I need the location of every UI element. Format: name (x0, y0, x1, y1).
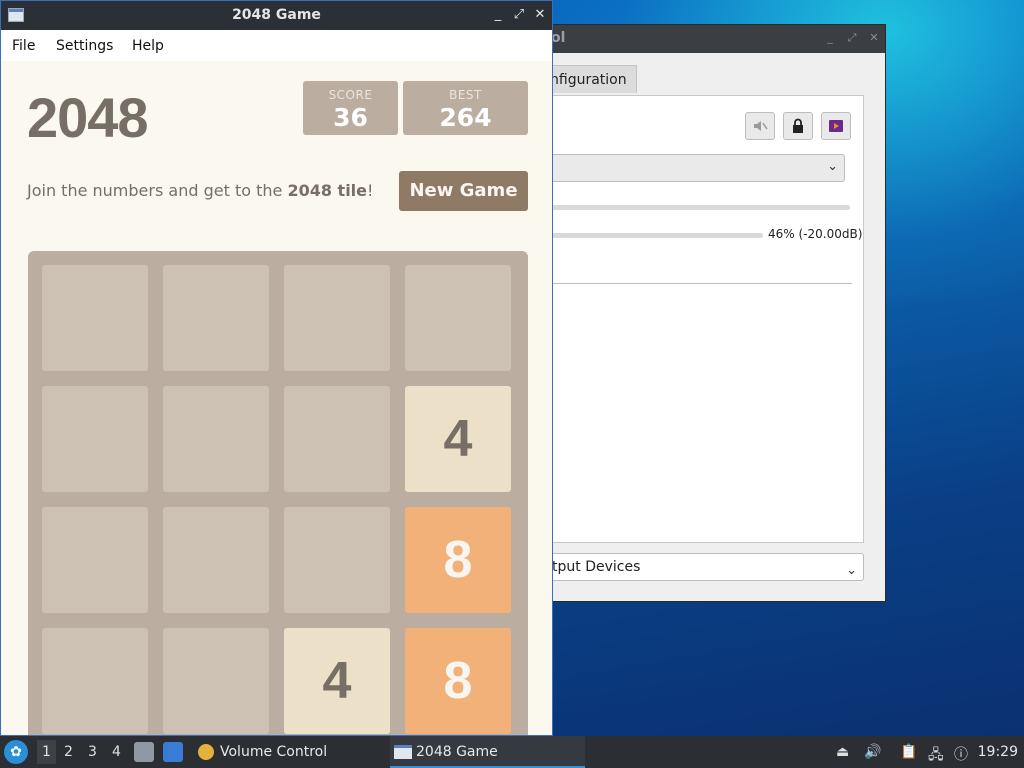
update-icon[interactable]: ⓘ (954, 744, 968, 764)
score-box: SCORE 36 (303, 81, 398, 135)
game-content: 2048 SCORE 36 BEST 264 Join the numbers … (1, 61, 552, 735)
game-titlebar[interactable]: 2048 Game _ ⤢ ✕ (1, 1, 552, 30)
board-cell (284, 386, 390, 492)
lock-channels-button[interactable] (783, 112, 813, 140)
mute-icon (754, 121, 768, 131)
balance-slider[interactable] (532, 205, 850, 210)
volume-titlebar[interactable]: ol _ ⤢ ✕ (501, 25, 885, 53)
eject-icon[interactable]: ⏏ (836, 744, 849, 760)
best-value: 264 (439, 103, 492, 132)
game-window: 2048 Game _ ⤢ ✕ File Settings Help 2048 … (0, 0, 553, 736)
minimize-button[interactable]: _ (490, 7, 506, 23)
show-devices-label: tput Devices (552, 559, 641, 575)
workspace-3[interactable]: 3 (88, 744, 97, 760)
task-2048-label: 2048 Game (416, 744, 498, 760)
volume-minimize-button[interactable]: _ (823, 31, 837, 45)
volume-control-window: ol _ ⤢ ✕ nfiguration ⌄ 46% (-20.00dB) tp… (500, 24, 886, 602)
game-heading: 2048 (27, 86, 149, 149)
volume-slider[interactable] (532, 233, 763, 238)
task-2048-game[interactable]: 2048 Game (390, 736, 585, 768)
tile-8: 8 (405, 628, 511, 734)
board-cell (163, 507, 269, 613)
volume-maximize-button[interactable]: ⤢ (845, 31, 859, 45)
volume-window-title: ol (551, 30, 566, 46)
best-box: BEST 264 (403, 81, 528, 135)
intro-prefix: Join the numbers and get to the (27, 181, 288, 200)
clock: 19:29 (977, 744, 1018, 760)
close-button[interactable]: ✕ (532, 7, 548, 23)
board-cell (284, 507, 390, 613)
board-cell (163, 386, 269, 492)
volume-readout: 46% (-20.00dB) (768, 227, 863, 241)
lock-icon (793, 118, 803, 133)
menu-file[interactable]: File (12, 38, 35, 54)
maximize-button[interactable]: ⤢ (511, 7, 527, 23)
best-label: BEST (449, 88, 482, 102)
volume-icon[interactable]: 🔊 (864, 744, 881, 760)
tile-4: 4 (405, 386, 511, 492)
chevron-down-icon: ⌄ (827, 159, 838, 174)
workspace-1[interactable]: 1 (37, 740, 56, 764)
default-device-icon (829, 120, 843, 132)
intro-text: Join the numbers and get to the 2048 til… (27, 181, 373, 200)
menu-help[interactable]: Help (132, 38, 164, 54)
board-cell (42, 628, 148, 734)
window-title: 2048 Game (232, 7, 321, 23)
volume-body: nfiguration ⌄ 46% (-20.00dB) tput Device… (501, 53, 885, 601)
workspace-4[interactable]: 4 (112, 744, 121, 760)
network-icon[interactable]: 🖧 (928, 744, 944, 768)
desktop-icon[interactable] (163, 742, 183, 762)
workspace-2[interactable]: 2 (64, 744, 73, 760)
intro-goal: 2048 tile (287, 181, 368, 200)
board-cell (42, 507, 148, 613)
score-label: SCORE (328, 88, 373, 102)
game-board[interactable]: 4848 (28, 251, 528, 735)
board-cell (42, 386, 148, 492)
tile-4: 4 (284, 628, 390, 734)
start-menu-icon[interactable]: ✿ (4, 740, 28, 764)
board-cell (42, 265, 148, 371)
task-volume-label: Volume Control (220, 744, 328, 760)
set-default-button[interactable] (821, 112, 851, 140)
show-devices-select[interactable]: tput Devices ⌄ (541, 553, 864, 581)
board-cell (163, 628, 269, 734)
device-panel: ⌄ 46% (-20.00dB) (521, 95, 864, 543)
separator (532, 283, 852, 284)
taskbar: ✿ 1 2 3 4 Volume Control 2048 Game ⏏ 🔊 📋… (0, 736, 1024, 768)
mute-button[interactable] (745, 112, 775, 140)
tab-configuration[interactable]: nfiguration (541, 65, 637, 93)
port-select[interactable]: ⌄ (532, 154, 845, 182)
task-volume-control[interactable]: Volume Control (194, 736, 380, 768)
score-value: 36 (333, 103, 368, 132)
board-cell (284, 265, 390, 371)
board-cell (405, 265, 511, 371)
speaker-icon (198, 744, 214, 760)
board-cell (163, 265, 269, 371)
menu-settings[interactable]: Settings (56, 38, 113, 54)
clipboard-icon[interactable]: 📋 (900, 744, 917, 760)
tile-8: 8 (405, 507, 511, 613)
menu-bar: File Settings Help (1, 30, 552, 61)
chevron-down-icon: ⌄ (846, 563, 857, 578)
file-manager-icon[interactable] (134, 742, 154, 762)
intro-suffix: ! (367, 181, 374, 200)
window-icon (394, 745, 412, 759)
new-game-button[interactable]: New Game (399, 171, 528, 211)
volume-close-button[interactable]: ✕ (867, 31, 881, 45)
